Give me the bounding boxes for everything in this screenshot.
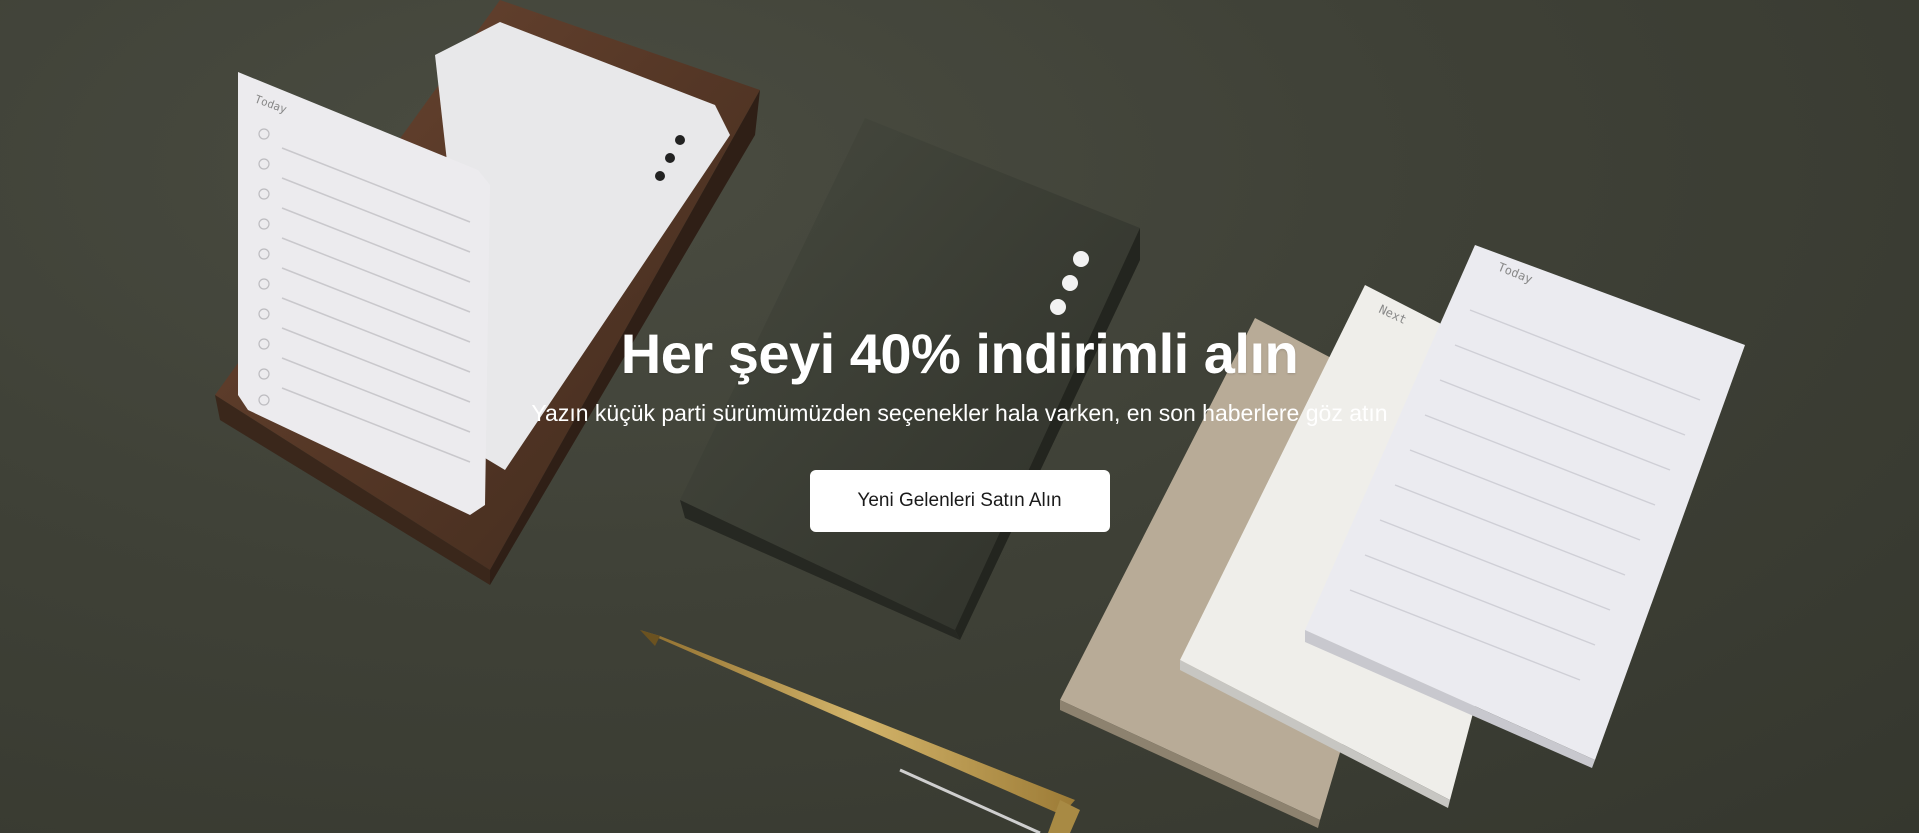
hero-headline: Her şeyi 40% indirimli alın	[620, 322, 1299, 385]
hero-content: Her şeyi 40% indirimli alın Yazın küçük …	[0, 318, 1919, 532]
hero-subheadline: Yazın küçük parti sürümümüzden seçenekle…	[531, 400, 1388, 426]
hero-banner: Today Next Today Her şeyi 40% indirimli …	[0, 0, 1919, 833]
shop-new-arrivals-button[interactable]: Yeni Gelenleri Satın Alın	[809, 470, 1110, 532]
brass-pen	[640, 630, 1080, 833]
